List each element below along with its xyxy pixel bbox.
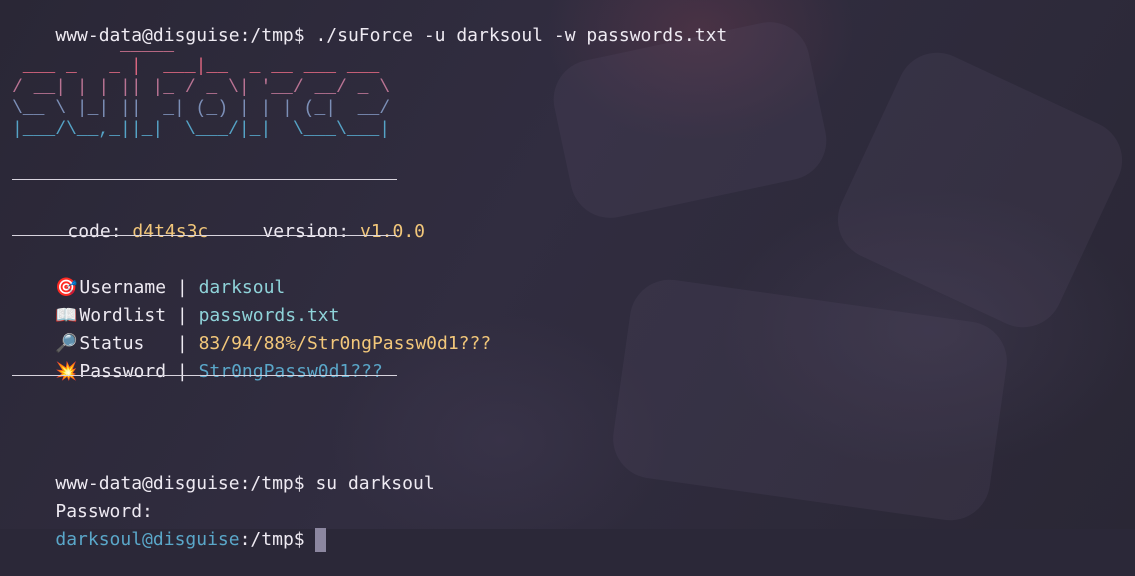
code-value: d4t4s3c — [132, 221, 209, 242]
ascii-line: \__ \ |_| || _| (_) | | | (_| __/ — [12, 99, 391, 119]
password-prompt-line: Password: — [12, 476, 153, 522]
current-prompt-line[interactable]: darksoul@disguise:/tmp$ — [12, 504, 326, 552]
ascii-line: _____ — [12, 36, 175, 56]
password-row: 💥Password | Str0ngPassw0d1??? — [12, 336, 382, 382]
command-text: su darksoul — [304, 473, 435, 494]
password-value: Str0ngPassw0d1??? — [198, 361, 383, 382]
ascii-line: ___ _ _ | ___|__ _ __ ___ ___ — [12, 57, 380, 77]
code-label: code: — [67, 221, 122, 242]
version-value: v1.0.0 — [359, 221, 426, 242]
prompt-user-host: darksoul@disguise — [55, 529, 240, 550]
separator-line — [12, 375, 397, 376]
text-cursor[interactable] — [314, 528, 326, 552]
ascii-line: / __| | | || |_ / _ \| '__/ __/ _ \ — [12, 78, 391, 98]
command-line-suforce: www-data@disguise:/tmp$ ./suForce -u dar… — [12, 0, 727, 46]
suforce-ascii-banner: _____ ___ _ _ | ___|__ _ __ ___ ___ / __|… — [12, 36, 390, 141]
version-label: version: — [262, 221, 350, 242]
info-code-version: code: d4t4s3c version: v1.0.0 — [24, 196, 425, 242]
terminal-window[interactable]: www-data@disguise:/tmp$ ./suForce -u dar… — [12, 0, 1135, 552]
ascii-line: |___/\__,_||_| \___/|_| \___\___| — [12, 120, 391, 140]
separator-line — [12, 235, 397, 236]
status-row: 🔎Status | 83/94/88%/Str0ngPassw0d1??? — [12, 308, 491, 354]
password-label: Password | — [79, 361, 188, 382]
collision-icon: 💥 — [55, 361, 78, 382]
separator-line — [12, 179, 397, 180]
command-line-su: www-data@disguise:/tmp$ su darksoul — [12, 448, 434, 494]
prompt-path: :/tmp$ — [239, 529, 305, 550]
wordlist-row: 📖Wordlist | passwords.txt — [12, 280, 339, 326]
username-row: 🎯Username | darksoul — [12, 252, 285, 298]
